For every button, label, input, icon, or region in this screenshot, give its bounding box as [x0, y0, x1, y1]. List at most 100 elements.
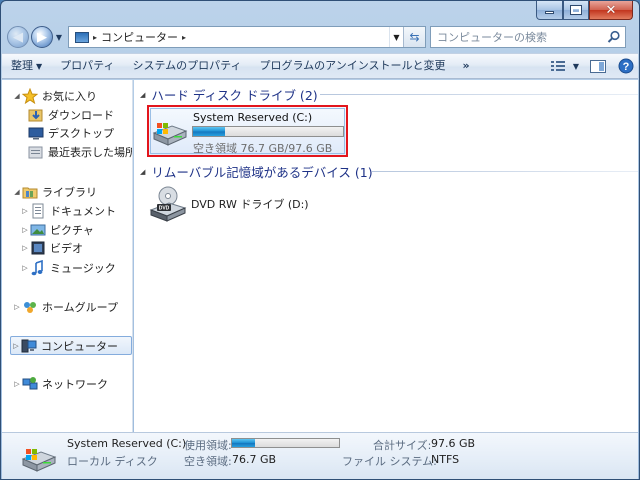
downloads-folder-icon — [28, 109, 43, 122]
dvd-drive-item[interactable]: DVD DVD RW ドライブ (D:) — [147, 186, 347, 226]
preview-pane-icon — [590, 59, 606, 73]
nav-homegroup[interactable]: ▷ ホームグループ — [12, 298, 118, 316]
navigation-pane: ◢ お気に入り ダウンロード デスクトップ 最近表示した場所 ◢ ライブラリ ▷… — [2, 80, 133, 432]
nav-downloads[interactable]: ダウンロード — [28, 106, 114, 124]
collapsed-triangle-icon[interactable]: ▷ — [20, 226, 30, 234]
details-fs-value: NTFS — [431, 453, 460, 466]
details-fs-label: ファイル システム: — [342, 455, 437, 468]
maximize-button[interactable] — [563, 1, 589, 20]
nav-documents[interactable]: ▷ ドキュメント — [20, 202, 116, 220]
nav-libraries[interactable]: ◢ ライブラリ — [12, 183, 97, 201]
details-total-value: 97.6 GB — [431, 437, 476, 450]
nav-computer[interactable]: ▷ コンピューター — [10, 336, 132, 355]
search-box[interactable]: コンピューターの検索 — [430, 26, 626, 48]
breadcrumb-separator-end[interactable]: ▸ — [182, 33, 186, 42]
organize-label: 整理 — [11, 59, 33, 72]
removable-group-header[interactable]: ◢ リムーバブル記憶域があるデバイス (1) — [140, 162, 373, 181]
drive-c-item[interactable]: System Reserved (C:) 空き領域 76.7 GB/97.6 G… — [147, 105, 348, 157]
breadcrumb-computer[interactable]: コンピューター — [101, 29, 178, 45]
dvd-drive-icon: DVD — [149, 186, 187, 222]
nav-downloads-label: ダウンロード — [48, 109, 114, 122]
refresh-icon: ⇆ — [409, 30, 420, 44]
collapsed-triangle-icon[interactable]: ▷ — [20, 244, 30, 252]
expanded-triangle-icon[interactable]: ◢ — [12, 188, 22, 196]
nav-recent-places[interactable]: 最近表示した場所 — [28, 143, 132, 161]
expanded-triangle-icon[interactable]: ◢ — [140, 168, 145, 176]
details-drive-type: ローカル ディスク — [67, 455, 158, 468]
nav-pictures[interactable]: ▷ ピクチャ — [20, 221, 94, 239]
minimize-icon — [545, 11, 554, 14]
nav-documents-label: ドキュメント — [50, 205, 116, 218]
minimize-button[interactable] — [536, 1, 563, 20]
more-commands-button[interactable]: » — [455, 55, 478, 77]
chevron-down-icon: ▼ — [393, 32, 400, 42]
organize-menu[interactable]: 整理 ▼ — [2, 55, 51, 77]
nav-favorites[interactable]: ◢ お気に入り — [12, 87, 97, 105]
network-icon — [22, 377, 38, 390]
collapsed-triangle-icon[interactable]: ▷ — [20, 264, 30, 272]
back-arrow-icon: ◀ — [13, 29, 23, 45]
preview-pane-button[interactable] — [586, 56, 610, 76]
recent-pages-dropdown[interactable]: ▼ — [54, 33, 64, 42]
star-icon — [22, 88, 38, 104]
nav-music-label: ミュージック — [50, 262, 116, 275]
nav-music[interactable]: ▷ ミュージック — [20, 259, 116, 277]
search-icon[interactable] — [607, 30, 621, 44]
nav-network-label: ネットワーク — [42, 378, 108, 391]
view-options-dropdown[interactable]: ▼ — [570, 56, 582, 76]
libraries-folder-icon — [22, 187, 38, 199]
computer-icon — [75, 31, 89, 43]
homegroup-icon — [24, 302, 36, 313]
details-drive-name: System Reserved (C:) — [67, 437, 187, 450]
address-history-dropdown[interactable]: ▼ — [389, 27, 403, 47]
address-row: ◀ ▶ ▼ ▸ コンピューター ▸ ▼ ⇆ コンピューターの検索 — [7, 25, 633, 49]
close-button[interactable]: ✕ — [589, 1, 633, 20]
nav-videos-label: ビデオ — [50, 242, 83, 255]
removable-group-label: リムーバブル記憶域があるデバイス (1) — [151, 165, 373, 180]
properties-button[interactable]: プロパティ — [51, 55, 123, 77]
nav-desktop-label: デスクトップ — [48, 127, 114, 140]
nav-homegroup-label: ホームグループ — [42, 301, 119, 314]
svg-text:?: ? — [623, 61, 630, 73]
details-free-label: 空き領域: — [184, 455, 232, 468]
nav-pictures-label: ピクチャ — [50, 224, 94, 237]
explorer-window: ✕ ◀ ▶ ▼ ▸ コンピューター ▸ ▼ ⇆ コンピューターの検索 整理 ▼ … — [0, 0, 640, 480]
collapsed-triangle-icon[interactable]: ▷ — [12, 303, 22, 311]
search-input[interactable]: コンピューターの検索 — [437, 29, 547, 45]
group-divider — [320, 94, 638, 95]
content-area: ◢ ハード ディスク ドライブ (2) System Reserved (C:)… — [134, 80, 638, 432]
details-free-value: 76.7 GB — [232, 453, 277, 466]
hdd-group-label: ハード ディスク ドライブ (2) — [151, 88, 318, 103]
help-button[interactable]: ? — [614, 56, 638, 76]
nav-network[interactable]: ▷ ネットワーク — [12, 375, 108, 393]
collapsed-triangle-icon[interactable]: ▷ — [20, 207, 30, 215]
details-used-label: 使用領域: — [184, 439, 232, 452]
documents-icon — [32, 203, 44, 219]
maximize-icon — [570, 5, 582, 15]
uninstall-programs-button[interactable]: プログラムのアンインストールと変更 — [251, 55, 455, 77]
drive-c-free-space: 空き領域 76.7 GB/97.6 GB — [193, 142, 333, 155]
back-button[interactable]: ◀ — [7, 26, 29, 48]
collapsed-triangle-icon[interactable]: ▷ — [11, 342, 21, 350]
command-bar: 整理 ▼ プロパティ システムのプロパティ プログラムのアンインストールと変更 »… — [2, 53, 638, 79]
details-usage-fill — [232, 439, 255, 447]
nav-videos[interactable]: ▷ ビデオ — [20, 239, 83, 257]
refresh-button[interactable]: ⇆ — [403, 27, 425, 47]
breadcrumb-separator[interactable]: ▸ — [93, 33, 97, 42]
details-usage-bar — [231, 438, 340, 448]
change-view-button[interactable] — [546, 56, 570, 76]
collapsed-triangle-icon[interactable]: ▷ — [12, 380, 22, 388]
expanded-triangle-icon[interactable]: ◢ — [12, 92, 22, 100]
system-properties-button[interactable]: システムのプロパティ — [124, 55, 251, 77]
nav-desktop[interactable]: デスクトップ — [28, 124, 114, 142]
hdd-group-header[interactable]: ◢ ハード ディスク ドライブ (2) — [140, 85, 318, 104]
drive-c-usage-bar — [192, 126, 344, 137]
nav-favorites-label: お気に入り — [42, 90, 97, 103]
svg-text:DVD: DVD — [159, 206, 170, 212]
address-bar[interactable]: ▸ コンピューター ▸ ▼ ⇆ — [68, 26, 426, 48]
forward-button[interactable]: ▶ — [31, 26, 53, 48]
expanded-triangle-icon[interactable]: ◢ — [140, 91, 145, 99]
group-divider — [372, 171, 638, 172]
view-list-icon — [551, 61, 565, 71]
music-note-icon — [31, 260, 43, 276]
